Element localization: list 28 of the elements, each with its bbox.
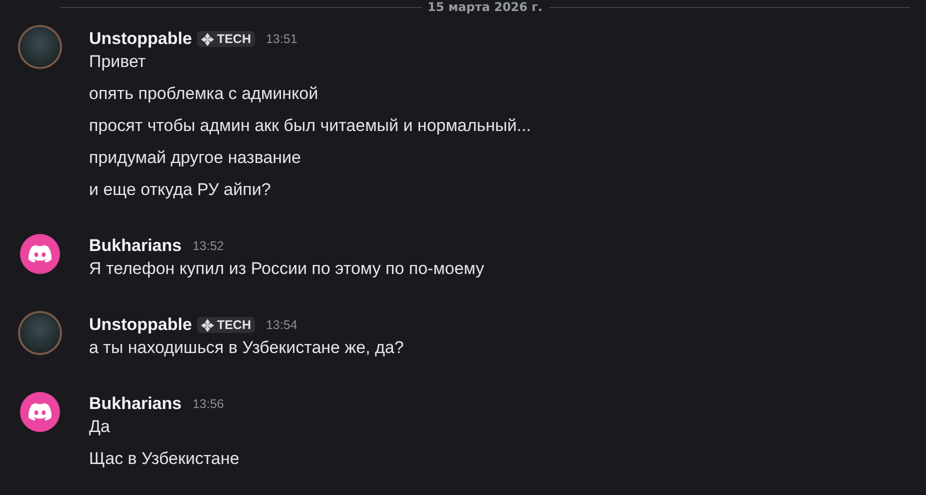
author-name[interactable]: Unstoppable [89,315,192,335]
message-text: Да [89,416,111,438]
message-text: Я телефон купил из России по этому по по-моему [89,258,484,280]
message-text: придумай другое название [89,147,302,169]
message-text: Привет [89,51,147,73]
role-tag-text: TECH [216,32,251,46]
avatar-photo[interactable] [20,27,60,67]
author-name[interactable]: Bukharians [89,236,182,256]
controller-icon [28,245,52,263]
message-timestamp: 13:52 [192,239,224,253]
user-avatar[interactable] [20,234,60,274]
user-avatar[interactable] [20,392,60,432]
author-name[interactable]: Unstoppable [89,29,192,49]
author-name[interactable]: Bukharians [89,394,182,414]
date-divider-label: 15 марта 2026 г. [426,0,544,14]
message-timestamp: 13:51 [266,32,298,46]
message-text: и еще откуда РУ айпи? [89,179,272,201]
message-timestamp: 13:56 [192,397,224,411]
avatar-photo[interactable] [20,313,60,353]
controller-icon [28,403,52,421]
message-text: Щас в Узбекистане [89,448,240,470]
role-tag-text: TECH [216,318,251,332]
message-text: а ты находишься в Узбекистане же, да? [89,337,404,359]
diamond-icon [200,32,214,46]
diamond-icon [200,318,214,332]
message-text: опять проблемка с админкой [89,83,320,105]
message-timestamp: 13:54 [266,318,298,332]
message-text: просят чтобы админ акк был читаемый и нормальный... [89,115,531,137]
